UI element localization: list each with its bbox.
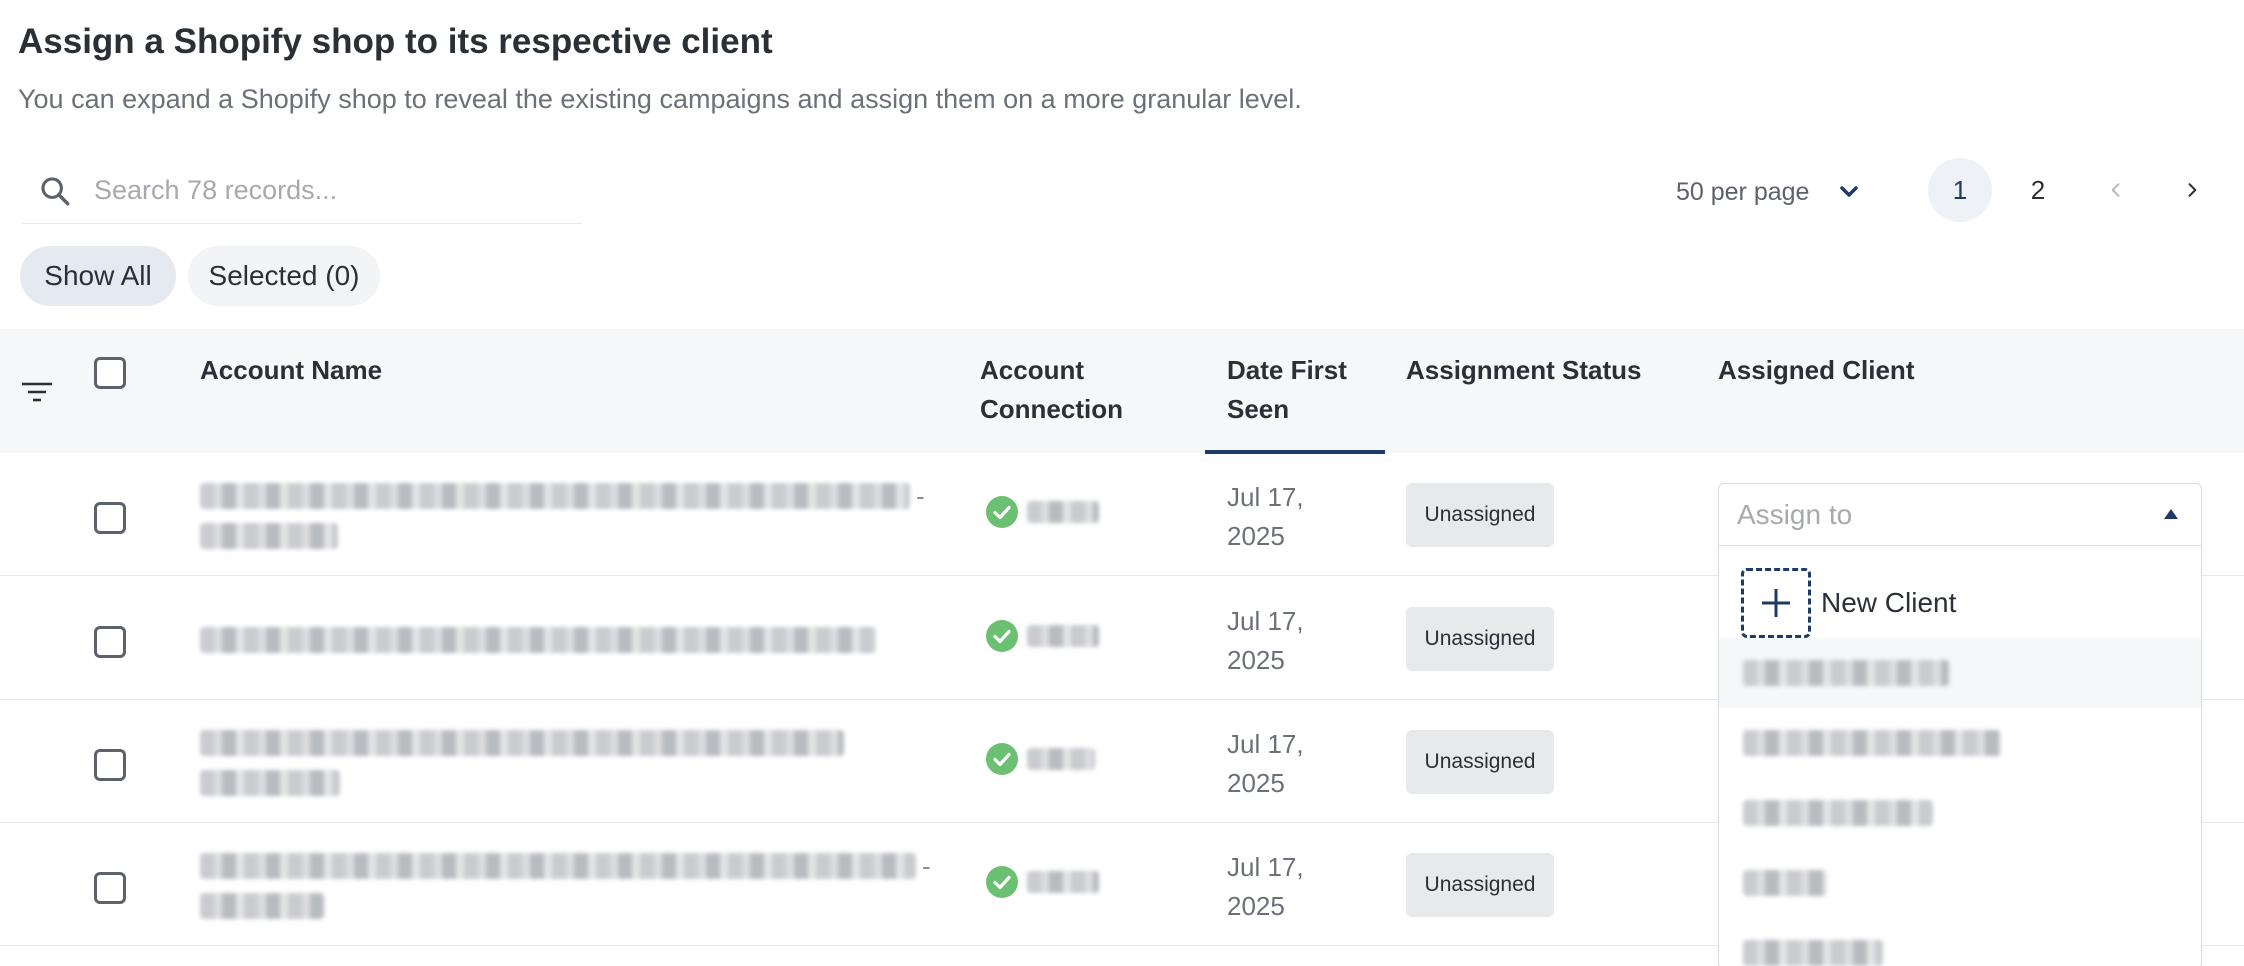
connected-check-icon xyxy=(986,866,1018,898)
account-name-redacted xyxy=(200,523,338,549)
date-line: 2025 xyxy=(1227,891,1285,921)
caret-up-icon[interactable] xyxy=(2163,508,2179,520)
status-badge: Unassigned xyxy=(1406,483,1554,547)
status-badge: Unassigned xyxy=(1406,853,1554,917)
date-line: 2025 xyxy=(1227,768,1285,798)
account-name-dash: - xyxy=(922,851,931,881)
connection-name-redacted xyxy=(1027,625,1099,647)
column-header-line: Date First xyxy=(1227,355,1347,385)
status-badge: Unassigned xyxy=(1406,607,1554,671)
row-checkbox[interactable] xyxy=(94,872,126,904)
page-title: Assign a Shopify shop to its respective … xyxy=(18,22,773,61)
client-option[interactable] xyxy=(1719,848,2201,918)
date-line: Jul 17, xyxy=(1227,852,1304,882)
client-name-redacted xyxy=(1743,870,1827,896)
client-name-redacted xyxy=(1743,800,1933,826)
date-first-seen: Jul 17, 2025 xyxy=(1227,478,1304,556)
new-client-option[interactable]: New Client xyxy=(1741,568,1956,638)
search-icon xyxy=(41,176,70,205)
page-button-2[interactable]: 2 xyxy=(2006,158,2070,222)
client-option[interactable] xyxy=(1719,918,2201,966)
assign-to-field[interactable] xyxy=(1719,484,2201,546)
date-line: 2025 xyxy=(1227,645,1285,675)
status-badge: Unassigned xyxy=(1406,730,1554,794)
chevron-left-icon xyxy=(2111,183,2120,197)
row-checkbox[interactable] xyxy=(94,749,126,781)
chevron-right-icon xyxy=(2188,183,2197,197)
date-first-seen: Jul 17, 2025 xyxy=(1227,848,1304,926)
date-line: 2025 xyxy=(1227,521,1285,551)
client-name-redacted xyxy=(1743,940,1883,966)
connection-name-redacted xyxy=(1027,871,1099,893)
plus-icon xyxy=(1741,568,1811,638)
connected-check-icon xyxy=(986,620,1018,652)
client-name-redacted xyxy=(1743,730,2001,756)
row-checkbox[interactable] xyxy=(94,626,126,658)
page-subtitle: You can expand a Shopify shop to reveal … xyxy=(18,84,1302,114)
client-option[interactable] xyxy=(1719,778,2201,848)
connection-name-redacted xyxy=(1027,501,1099,523)
column-header-line: Connection xyxy=(980,394,1123,424)
per-page-select[interactable]: 50 per page xyxy=(1676,172,1861,212)
connected-check-icon xyxy=(986,743,1018,775)
column-header-assignment-status[interactable]: Assignment Status xyxy=(1406,351,1642,390)
column-header-account-name[interactable]: Account Name xyxy=(200,351,382,390)
column-header-line: Seen xyxy=(1227,394,1290,424)
account-name-redacted[interactable] xyxy=(200,853,916,879)
date-line: Jul 17, xyxy=(1227,729,1304,759)
account-name-redacted xyxy=(200,893,324,919)
date-first-seen: Jul 17, 2025 xyxy=(1227,725,1304,803)
assign-to-input[interactable] xyxy=(1737,494,2137,536)
filter-icon[interactable] xyxy=(20,378,54,406)
search-bar xyxy=(22,158,582,224)
column-header-date-first-seen[interactable]: Date First Seen xyxy=(1205,351,1385,454)
date-first-seen: Jul 17, 2025 xyxy=(1227,602,1304,680)
connected-check-icon xyxy=(986,496,1018,528)
assign-client-dropdown[interactable]: New Client xyxy=(1718,483,2202,966)
account-name-redacted xyxy=(200,770,340,796)
prev-page-button[interactable] xyxy=(2084,158,2148,222)
chevron-down-icon xyxy=(1840,186,1859,197)
account-name-redacted[interactable] xyxy=(200,483,910,509)
account-name-dash: - xyxy=(916,481,925,511)
date-line: Jul 17, xyxy=(1227,482,1304,512)
client-name-redacted xyxy=(1743,660,1949,686)
account-name-redacted[interactable] xyxy=(200,627,876,653)
account-name-redacted[interactable] xyxy=(200,730,844,756)
selected-chip[interactable]: Selected (0) xyxy=(188,246,380,306)
per-page-label: 50 per page xyxy=(1676,177,1810,206)
new-client-label: New Client xyxy=(1821,587,1957,618)
column-header-account-connection[interactable]: Account Connection xyxy=(980,351,1123,429)
show-all-chip[interactable]: Show All xyxy=(20,246,176,306)
next-page-button[interactable] xyxy=(2160,158,2224,222)
date-line: Jul 17, xyxy=(1227,606,1304,636)
client-option[interactable] xyxy=(1719,708,2201,778)
search-input[interactable] xyxy=(94,175,554,206)
column-header-line: Account xyxy=(980,355,1084,385)
client-option[interactable] xyxy=(1719,638,2201,708)
page-button-1[interactable]: 1 xyxy=(1928,158,1992,222)
row-checkbox[interactable] xyxy=(94,502,126,534)
select-all-checkbox[interactable] xyxy=(94,357,126,389)
column-header-assigned-client[interactable]: Assigned Client xyxy=(1718,351,1914,390)
connection-name-redacted xyxy=(1027,748,1095,770)
